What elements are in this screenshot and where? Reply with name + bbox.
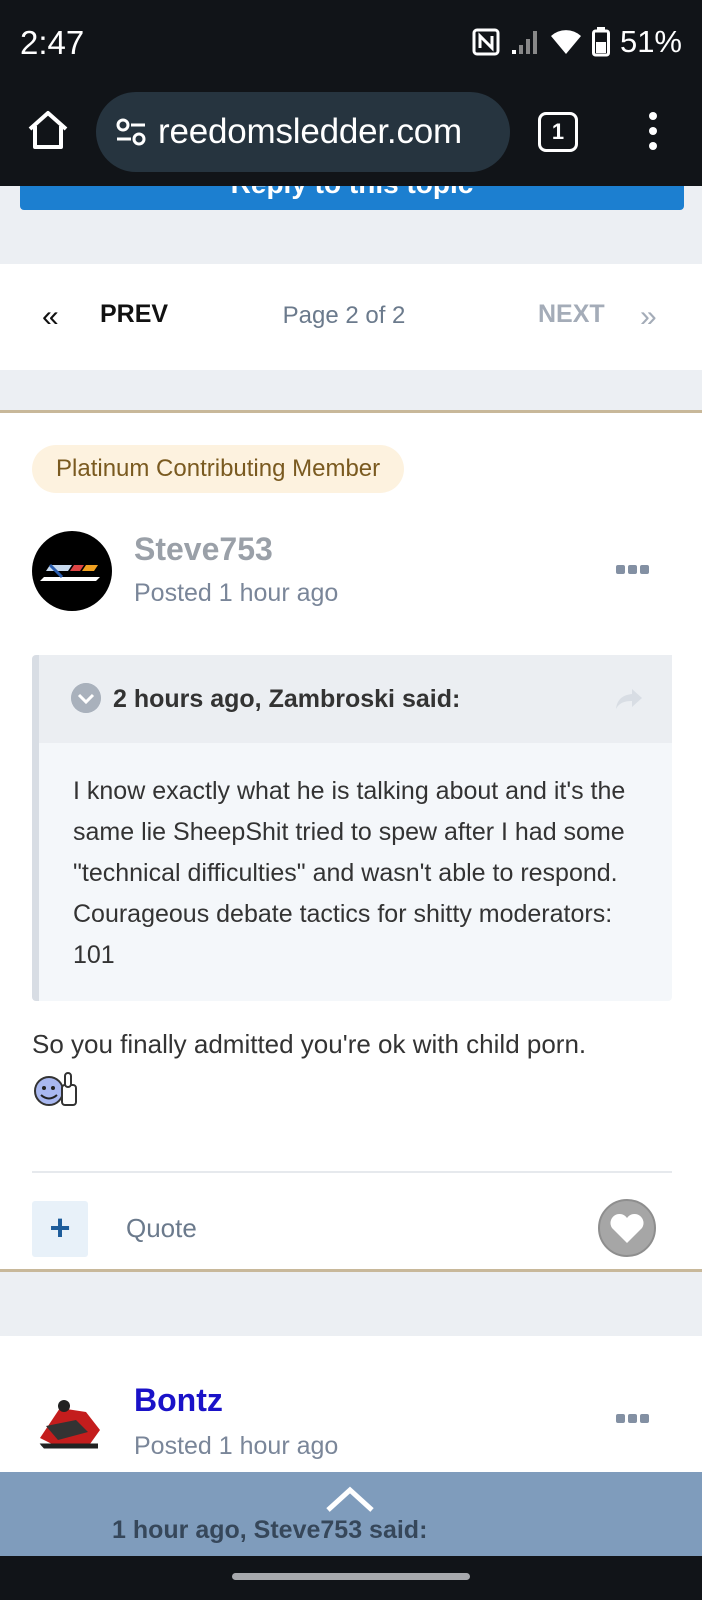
avatar[interactable] xyxy=(32,531,112,611)
signal-icon xyxy=(511,31,537,54)
status-bar: 2:47 51% xyxy=(0,0,702,88)
like-button[interactable] xyxy=(598,1199,656,1257)
share-arrow-icon[interactable] xyxy=(614,685,644,713)
username[interactable]: Steve753 xyxy=(134,531,273,568)
heart-icon xyxy=(610,1213,644,1243)
quote-citation: 2 hours ago, Zambroski said: xyxy=(113,685,461,713)
quote-button[interactable]: Quote xyxy=(126,1213,197,1244)
post-menu-icon[interactable] xyxy=(616,1414,650,1430)
nfc-icon xyxy=(472,28,500,56)
battery-percent: 51% xyxy=(619,24,682,59)
pagination: « PREV Page 2 of 2 NEXT » xyxy=(0,264,702,370)
url-text: reedomsledder.com xyxy=(158,112,462,151)
site-settings-icon[interactable] xyxy=(114,115,148,149)
post-menu-icon[interactable] xyxy=(616,565,650,581)
scroll-to-top-bar[interactable]: 1 hour ago, Steve753 said: xyxy=(0,1472,702,1556)
avatar-logo-icon xyxy=(40,563,100,581)
thumbs-up-emoji-icon xyxy=(34,1072,77,1106)
navigation-bar xyxy=(0,1556,702,1600)
chevron-up-icon[interactable] xyxy=(322,1482,378,1516)
add-reaction-button[interactable]: + xyxy=(32,1201,88,1257)
quote-header: 2 hours ago, Zambroski said: xyxy=(39,655,672,743)
page-content: Reply to this topic « PREV Page 2 of 2 N… xyxy=(0,186,702,1556)
avatar[interactable] xyxy=(32,1380,112,1460)
next-link: NEXT xyxy=(538,300,605,328)
wifi-icon xyxy=(550,30,581,54)
url-bar[interactable]: reedomsledder.com xyxy=(96,92,510,172)
status-icons: 51% xyxy=(472,24,682,60)
post: Platinum Contributing Member Steve753 Po… xyxy=(0,410,702,1272)
home-icon[interactable] xyxy=(26,108,70,152)
reply-button[interactable]: Reply to this topic xyxy=(20,186,684,210)
avatar-snowmobile-icon xyxy=(38,1400,100,1449)
status-time: 2:47 xyxy=(20,24,85,61)
username[interactable]: Bontz xyxy=(134,1382,223,1419)
chevron-down-icon[interactable] xyxy=(71,683,101,713)
home-gesture-handle[interactable] xyxy=(232,1573,470,1580)
quote-text: I know exactly what he is talking about … xyxy=(73,777,626,969)
divider xyxy=(32,1171,672,1173)
browser-menu-icon[interactable] xyxy=(642,108,664,156)
post-text: So you finally admitted you're ok with c… xyxy=(32,1029,587,1059)
next-arrow-icon: » xyxy=(640,300,657,333)
browser-toolbar: reedomsledder.com 1 xyxy=(0,88,702,186)
quote-citation: 1 hour ago, Steve753 said: xyxy=(112,1516,428,1544)
post-timestamp[interactable]: Posted 1 hour ago xyxy=(134,1432,338,1461)
battery-icon xyxy=(591,27,610,57)
tab-switcher-button[interactable]: 1 xyxy=(538,112,578,152)
post-timestamp[interactable]: Posted 1 hour ago xyxy=(134,579,338,608)
member-badge: Platinum Contributing Member xyxy=(32,445,405,493)
quote-block: 2 hours ago, Zambroski said: I know exac… xyxy=(32,655,672,1001)
